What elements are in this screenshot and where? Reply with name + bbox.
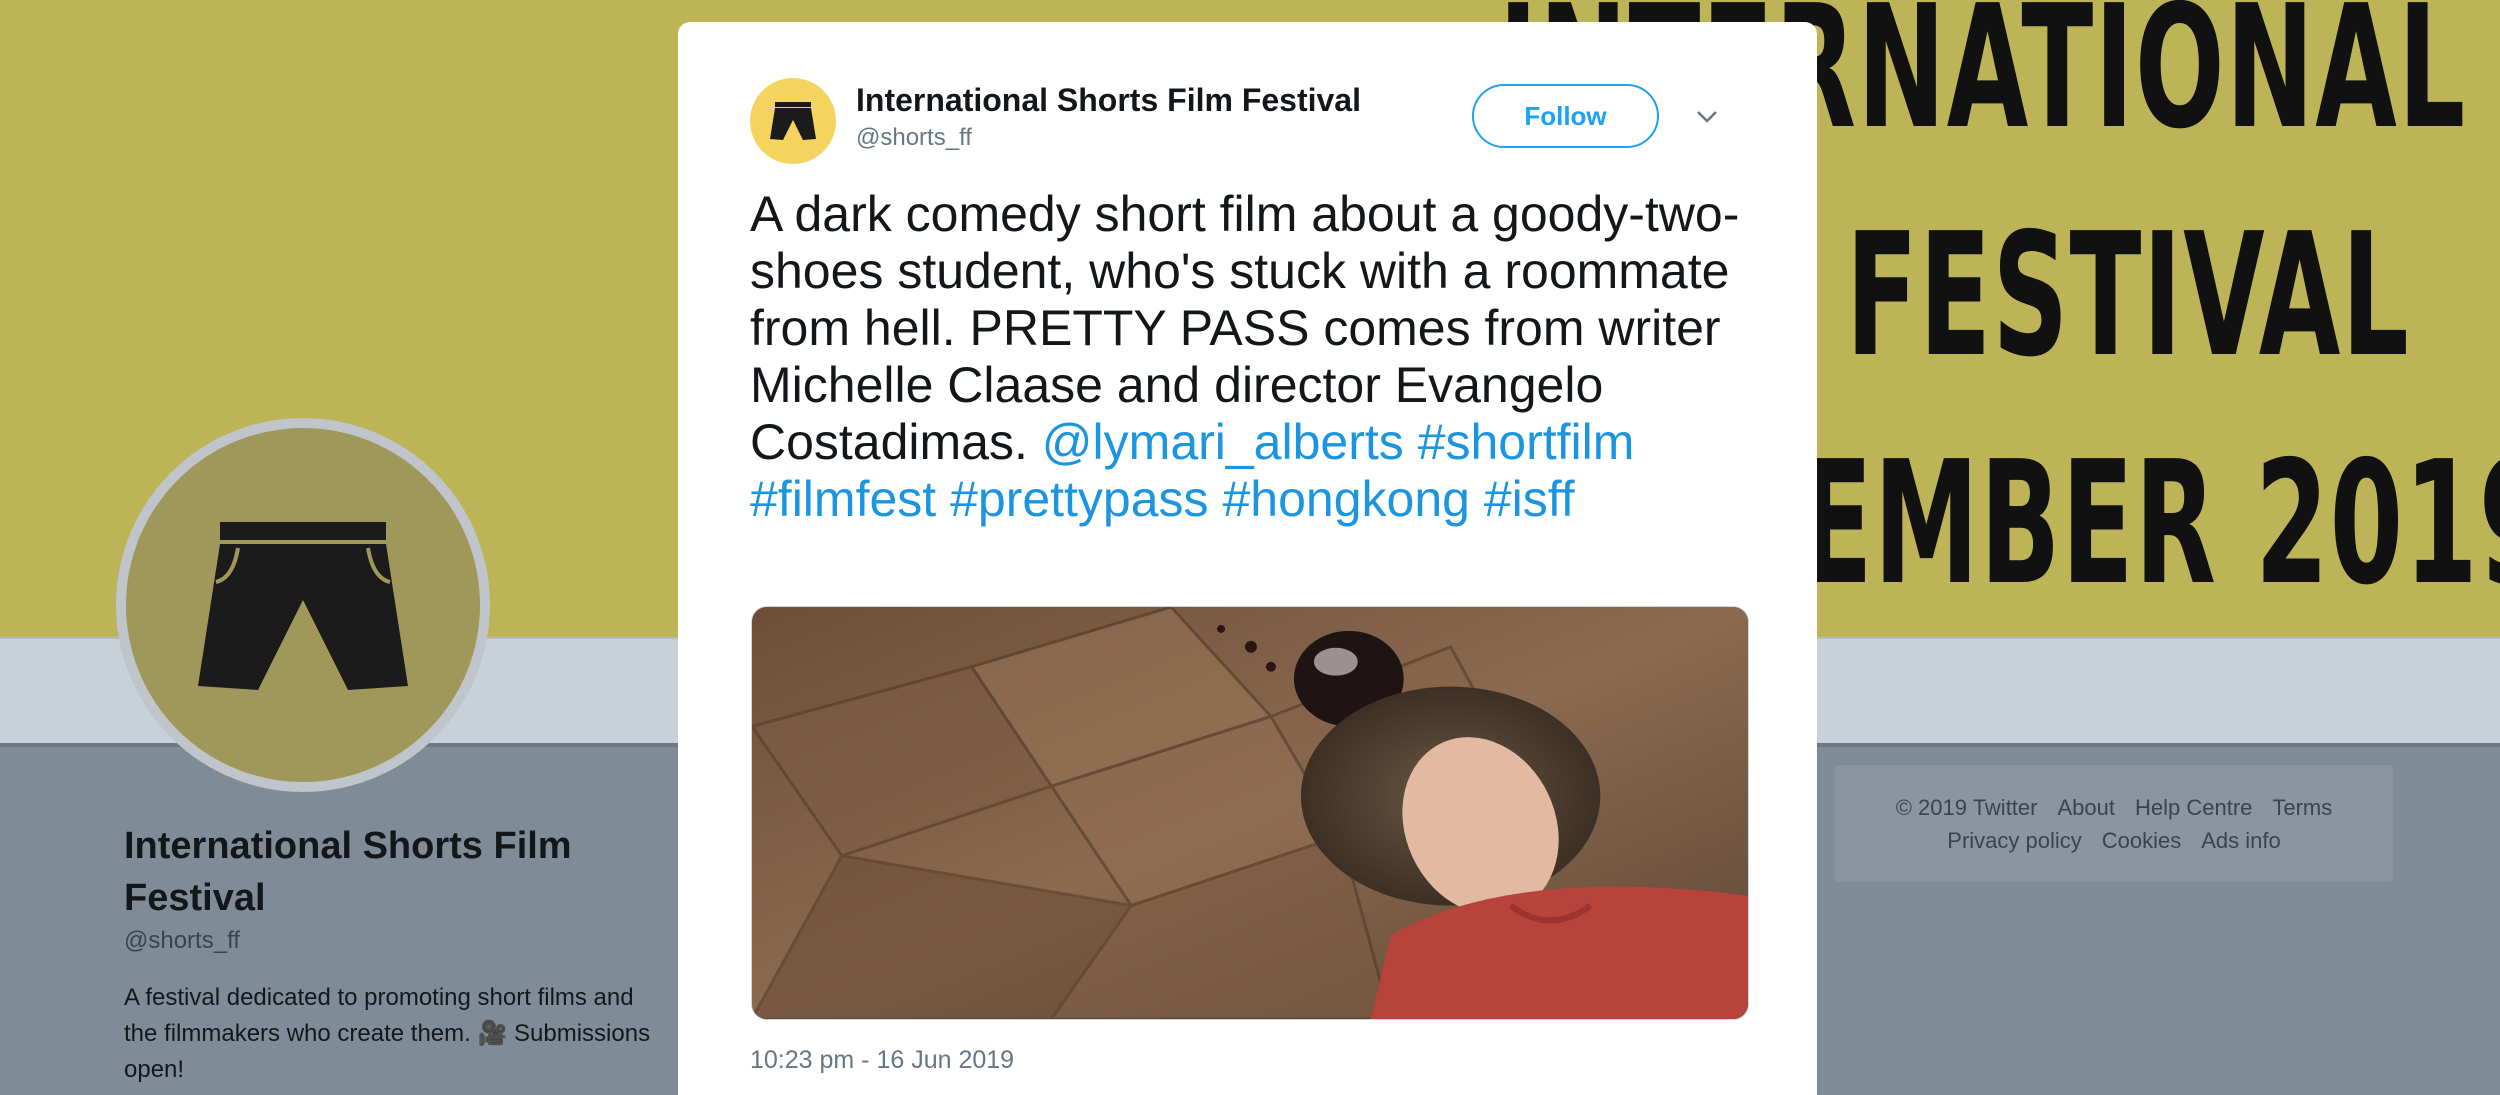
tweet-header: International Shorts Film Festival @shor… xyxy=(750,78,1747,168)
tweet-modal: International Shorts Film Festival @shor… xyxy=(678,22,1817,1095)
tweet-mention[interactable]: @lymari_alberts xyxy=(1042,414,1404,470)
chevron-down-icon[interactable] xyxy=(1690,100,1724,134)
tweet-media-image[interactable] xyxy=(751,606,1749,1020)
film-still-image xyxy=(752,607,1748,1019)
shorts-icon xyxy=(770,102,816,140)
footer-row: Privacy policy Cookies Ads info xyxy=(1855,824,2373,857)
follow-button[interactable]: Follow xyxy=(1472,84,1659,148)
footer-links: © 2019 Twitter About Help Centre Terms P… xyxy=(1835,765,2393,882)
footer-row: © 2019 Twitter About Help Centre Terms xyxy=(1855,791,2373,824)
footer-link-privacy[interactable]: Privacy policy xyxy=(1947,824,2081,857)
footer-link-about[interactable]: About xyxy=(2057,791,2115,824)
tweet-author-name[interactable]: International Shorts Film Festival xyxy=(856,82,1361,119)
footer-link-help[interactable]: Help Centre xyxy=(2135,791,2252,824)
hashtag[interactable]: #filmfest xyxy=(750,471,936,527)
tweet-author-handle[interactable]: @shorts_ff xyxy=(856,124,972,152)
shorts-icon xyxy=(198,521,408,690)
tweet-timestamp[interactable]: 10:23 pm - 16 Jun 2019 xyxy=(750,1046,1014,1075)
profile-handle[interactable]: @shorts_ff xyxy=(124,927,240,955)
footer-link-terms[interactable]: Terms xyxy=(2272,791,2332,824)
hashtag[interactable]: #isff xyxy=(1484,471,1575,527)
hashtag[interactable]: #hongkong xyxy=(1222,471,1469,527)
hashtag[interactable]: #shortfilm xyxy=(1418,414,1635,470)
profile-avatar[interactable] xyxy=(116,418,490,792)
tweet-text: A dark comedy short film about a goody-t… xyxy=(750,186,1760,528)
footer-link-ads[interactable]: Ads info xyxy=(2201,824,2281,857)
footer-link-cookies[interactable]: Cookies xyxy=(2102,824,2181,857)
hashtag[interactable]: #prettypass xyxy=(950,471,1208,527)
profile-bio: A festival dedicated to promoting short … xyxy=(124,984,651,1083)
profile-name[interactable]: International Shorts Film Festival xyxy=(124,820,684,924)
footer-copyright: © 2019 Twitter xyxy=(1895,795,2038,820)
tweet-avatar[interactable] xyxy=(750,78,836,164)
